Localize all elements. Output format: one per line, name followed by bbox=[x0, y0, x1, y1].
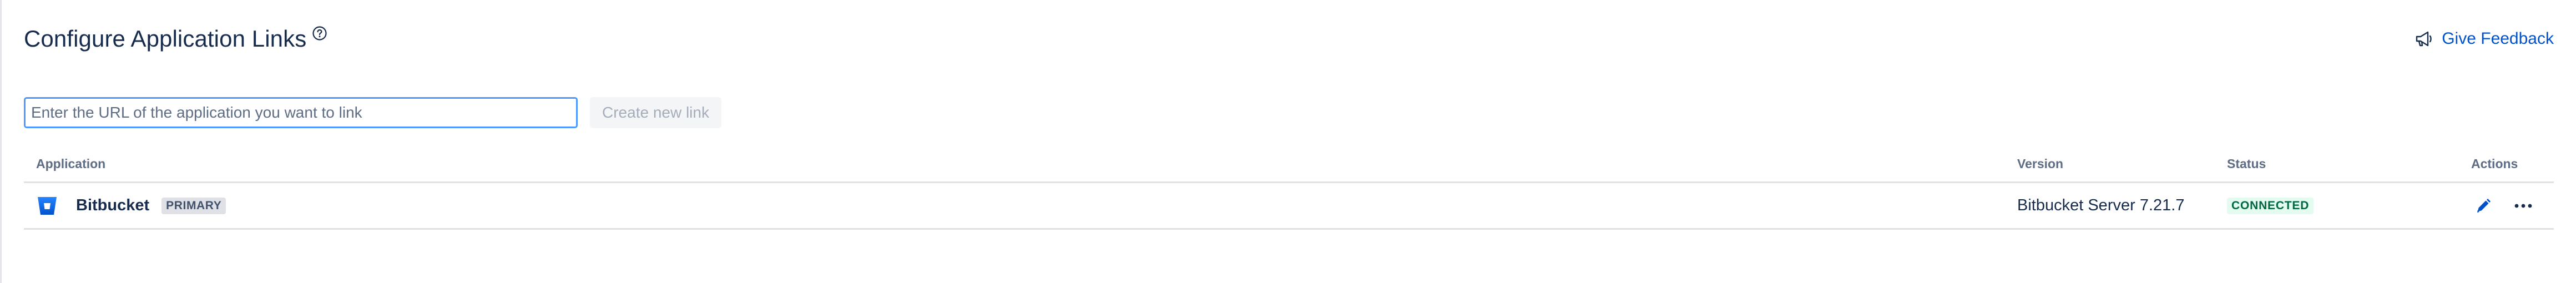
application-links-table: Application Version Status Actions Bitbu… bbox=[24, 150, 2554, 230]
edit-icon bbox=[2477, 198, 2491, 213]
column-header-version: Version bbox=[2017, 156, 2064, 171]
application-version: Bitbucket Server 7.21.7 bbox=[2017, 196, 2185, 214]
actions-cell bbox=[2471, 183, 2535, 228]
column-header-application: Application bbox=[36, 156, 106, 171]
page-header: Configure Application Links Give Feedbac… bbox=[24, 22, 2554, 55]
column-header-actions: Actions bbox=[2471, 156, 2518, 171]
table-header: Application Version Status Actions bbox=[24, 150, 2554, 183]
status-badge: CONNECTED bbox=[2227, 197, 2314, 214]
give-feedback-label: Give Feedback bbox=[2442, 29, 2554, 48]
application-links-page: Configure Application Links Give Feedbac… bbox=[0, 0, 2576, 283]
table-row: Bitbucket PRIMARY Bitbucket Server 7.21.… bbox=[24, 183, 2554, 230]
more-icon bbox=[2514, 204, 2532, 208]
give-feedback-link[interactable]: Give Feedback bbox=[2414, 29, 2554, 49]
megaphone-icon bbox=[2414, 29, 2434, 49]
edit-button[interactable] bbox=[2471, 194, 2496, 218]
more-actions-button[interactable] bbox=[2511, 194, 2535, 218]
application-name[interactable]: Bitbucket bbox=[76, 196, 149, 215]
version-cell: Bitbucket Server 7.21.7 bbox=[2017, 183, 2184, 228]
column-header-status: Status bbox=[2227, 156, 2266, 171]
bitbucket-icon bbox=[36, 195, 58, 217]
page-title: Configure Application Links bbox=[24, 26, 307, 52]
title-group: Configure Application Links bbox=[24, 23, 327, 54]
question-circle-icon[interactable] bbox=[312, 26, 327, 41]
status-cell: CONNECTED bbox=[2227, 183, 2314, 228]
application-url-input[interactable] bbox=[24, 97, 578, 128]
application-cell: Bitbucket PRIMARY bbox=[36, 183, 226, 228]
primary-badge: PRIMARY bbox=[161, 197, 226, 214]
create-new-link-button[interactable]: Create new link bbox=[590, 97, 721, 128]
create-link-toolbar: Create new link bbox=[24, 97, 721, 128]
